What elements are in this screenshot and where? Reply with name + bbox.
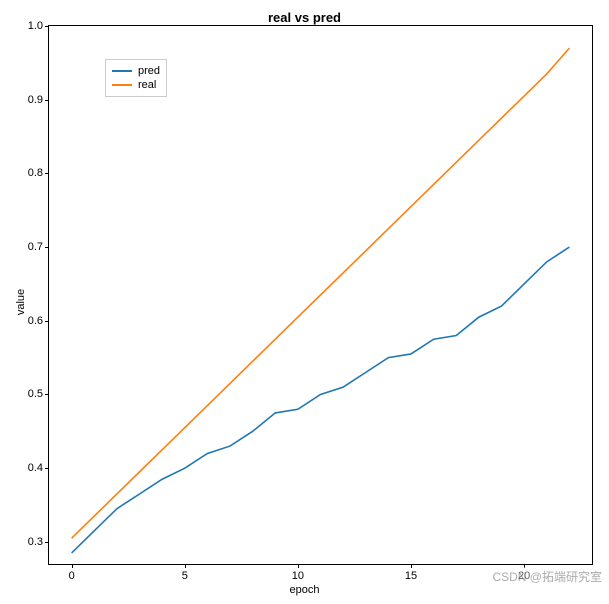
xtick-label: 5 [182, 564, 188, 582]
legend-item-pred: pred [112, 64, 160, 78]
ytick-label: 0.3 [28, 536, 49, 548]
legend-item-real: real [112, 78, 160, 92]
chart-title: real vs pred [268, 10, 341, 25]
x-axis-label: epoch [290, 584, 320, 596]
chart-container: real vs pred value epoch pred real 0.30.… [0, 0, 609, 604]
legend-label-pred: pred [138, 65, 160, 77]
plot-area: pred real 0.30.40.50.60.70.80.91.0051015… [48, 25, 593, 565]
ytick-label: 0.7 [28, 241, 49, 253]
ytick-label: 0.4 [28, 462, 49, 474]
ytick-label: 1.0 [28, 20, 49, 32]
legend-box: pred real [105, 59, 167, 97]
ytick-label: 0.8 [28, 167, 49, 179]
ytick-label: 0.5 [28, 388, 49, 400]
real-line [72, 48, 570, 538]
ytick-label: 0.6 [28, 315, 49, 327]
legend-label-real: real [138, 79, 156, 91]
legend-swatch-pred [112, 70, 132, 72]
line-svg [49, 26, 592, 564]
watermark-text: CSDN @拓端研究室 [489, 567, 605, 586]
xtick-label: 10 [292, 564, 304, 582]
ytick-label: 0.9 [28, 94, 49, 106]
xtick-label: 0 [69, 564, 75, 582]
y-axis-label: value [15, 289, 27, 315]
legend-swatch-real [112, 84, 132, 86]
xtick-label: 15 [405, 564, 417, 582]
pred-line [72, 247, 570, 553]
